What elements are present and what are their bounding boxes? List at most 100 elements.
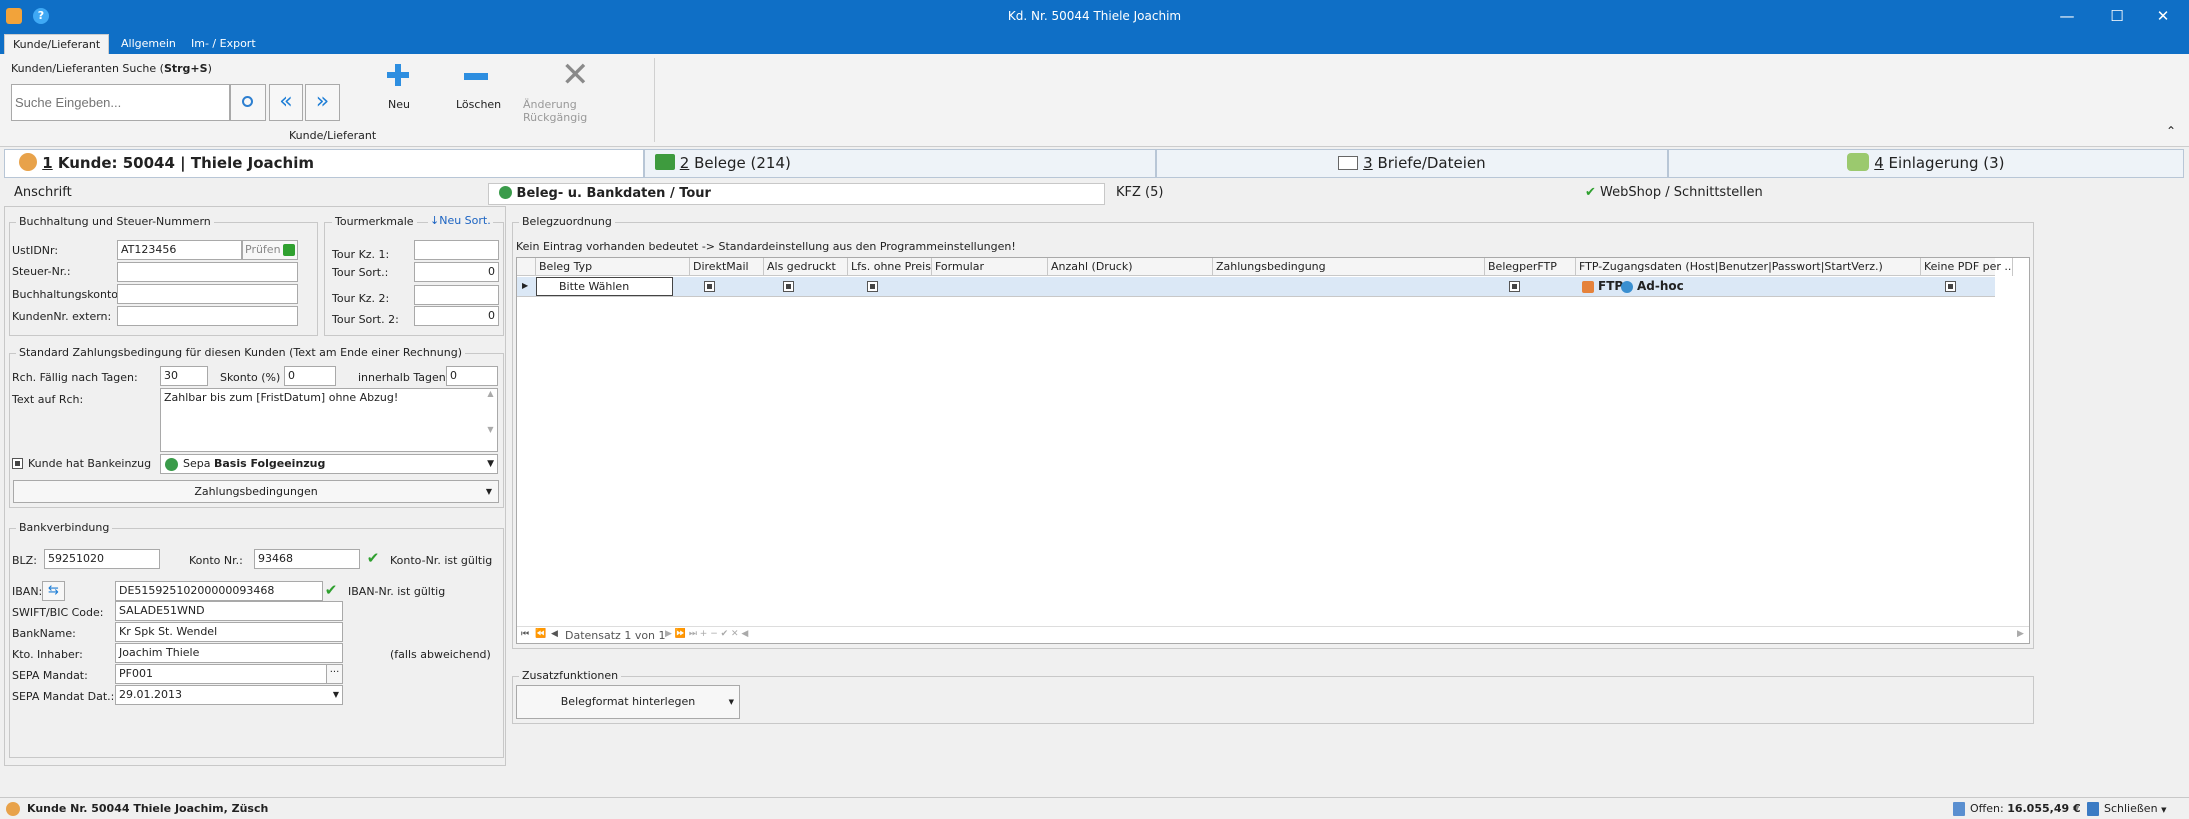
status-customer: Kunde Nr. 50044 Thiele Joachim, Züsch — [27, 802, 269, 815]
col-beleg-typ[interactable]: Beleg Typ — [536, 258, 690, 276]
adhoc-label[interactable]: Ad-hoc — [1637, 279, 1684, 293]
steuer-input[interactable] — [117, 262, 298, 282]
delete-label: Löschen — [456, 98, 502, 111]
subtab-webshop[interactable]: ✔ WebShop / Schnittstellen — [1585, 183, 2185, 205]
col-lfs-ohne-preis[interactable]: Lfs. ohne Preis — [848, 258, 932, 276]
minimize-button[interactable]: — — [2044, 0, 2090, 34]
col-anzahl-druck[interactable]: Anzahl (Druck) — [1048, 258, 1213, 276]
bankname-label: BankName: — [12, 627, 76, 640]
ribbon-tab-allgemein[interactable]: Allgemein — [113, 34, 184, 54]
search-input[interactable] — [11, 84, 230, 121]
next-button[interactable]: » — [305, 84, 340, 121]
iban-input[interactable]: DE51592510200000093468 — [115, 581, 323, 601]
close-button[interactable]: ✕ — [2140, 0, 2186, 34]
neu-sort-link[interactable]: ↓Neu Sort. — [428, 214, 493, 227]
undo-button[interactable]: ✕ Änderung Rückgängig — [519, 58, 634, 124]
nav-prev-page-icon[interactable]: ⏪ — [535, 629, 546, 639]
ribbon-tab-export[interactable]: Im- / Export — [183, 34, 264, 54]
col-zahlungsbedingung[interactable]: Zahlungsbedingung — [1213, 258, 1485, 276]
ribbon-separator — [654, 58, 655, 142]
kundennr-input[interactable] — [117, 306, 298, 326]
col-direktmail[interactable]: DirektMail — [690, 258, 764, 276]
new-button[interactable]: Neu — [378, 58, 418, 114]
undo-label: Änderung Rückgängig — [523, 98, 588, 124]
collapse-ribbon-icon[interactable]: ⌃ — [2166, 124, 2176, 138]
refresh-icon: ⇆ — [48, 583, 59, 598]
belegformat-button[interactable]: Belegformat hinterlegen ▼ — [516, 685, 740, 719]
blz-input[interactable]: 59251020 — [44, 549, 160, 569]
tour-kz1-label: Tour Kz. 1: — [332, 248, 390, 261]
tour-sort2-label: Tour Sort. 2: — [332, 313, 399, 326]
row-indicator-header — [517, 258, 536, 276]
pruefen-button[interactable]: Prüfen — [242, 240, 298, 260]
search-button[interactable] — [230, 84, 266, 121]
nav-scroll-right-icon[interactable]: ▶ — [2017, 629, 2024, 639]
blz-label: BLZ: — [12, 554, 37, 567]
direktmail-checkbox[interactable] — [704, 281, 715, 292]
schliessen-button[interactable]: Schließen ▼ — [2104, 802, 2166, 815]
iban-convert-button[interactable]: ⇆ — [42, 581, 65, 601]
nav-prev-icon[interactable]: ◀ — [551, 629, 558, 639]
status-bar: Kunde Nr. 50044 Thiele Joachim, Züsch Of… — [0, 797, 2189, 819]
bankname-input[interactable]: Kr Spk St. Wendel — [115, 622, 343, 642]
tour-sort2-input[interactable]: 0 — [414, 306, 499, 326]
table-row[interactable]: ▶ Bitte Wählen FTP Ad-hoc — [517, 277, 1995, 297]
skonto-input[interactable]: 0 — [284, 366, 336, 386]
col-als-gedruckt[interactable]: Als gedruckt — [764, 258, 848, 276]
grid-header: Beleg Typ DirektMail Als gedruckt Lfs. o… — [517, 258, 2013, 276]
tour-kz2-input[interactable] — [414, 285, 499, 305]
col-ftp-zugangsdaten[interactable]: FTP-Zugangsdaten (Host|Benutzer|Passwort… — [1576, 258, 1921, 276]
nav-first-icon[interactable]: ⏮ — [521, 629, 529, 639]
mandat-browse-button[interactable]: ··· — [326, 664, 343, 684]
tab-kunde[interactable]: 1 Kunde: 50044 | Thiele Joachim — [4, 149, 644, 178]
delete-button[interactable]: Löschen — [451, 58, 501, 114]
ftp-label[interactable]: FTP — [1598, 279, 1623, 293]
tab-einlagerung[interactable]: 4 Einlagerung (3) — [1668, 149, 2184, 178]
textarea-scrollbar[interactable]: ▲ ▼ — [484, 389, 497, 451]
zusatz-legend: Zusatzfunktionen — [519, 669, 622, 682]
maximize-button[interactable]: ☐ — [2094, 0, 2140, 34]
tour-kz1-input[interactable] — [414, 240, 499, 260]
innerhalb-input[interactable]: 0 — [446, 366, 498, 386]
ribbon-tab-kunde[interactable]: Kunde/Lieferant — [4, 34, 110, 54]
window-title: Kd. Nr. 50044 Thiele Joachim — [1007, 9, 1182, 23]
sort-arrow-icon: ↓ — [430, 214, 440, 227]
subtab-kfz[interactable]: KFZ (5) — [1105, 183, 1585, 205]
als-gedruckt-checkbox[interactable] — [783, 281, 794, 292]
keine-pdf-checkbox[interactable] — [1945, 281, 1956, 292]
previous-button[interactable]: « — [269, 84, 303, 121]
belegperftp-checkbox[interactable] — [1509, 281, 1520, 292]
col-formular[interactable]: Formular — [932, 258, 1048, 276]
subtab-anschrift[interactable]: Anschrift — [4, 183, 489, 205]
globe-icon — [499, 186, 512, 199]
new-label: Neu — [388, 98, 410, 111]
faellig-input[interactable]: 30 — [160, 366, 208, 386]
inhaber-input[interactable]: Joachim Thiele — [115, 643, 343, 663]
zusatz-group — [512, 676, 2034, 724]
lfs-ohne-preis-checkbox[interactable] — [867, 281, 878, 292]
tab-belege[interactable]: 2 Belege (214) — [644, 149, 1156, 178]
swift-input[interactable]: SALADE51WND — [115, 601, 343, 621]
subtab-beleg[interactable]: Beleg- u. Bankdaten / Tour — [488, 183, 1105, 205]
konto-nr-input[interactable]: 93468 — [254, 549, 360, 569]
buchhaltungskonto-input[interactable] — [117, 284, 298, 304]
faellig-label: Rch. Fällig nach Tagen: — [12, 371, 138, 384]
bankeinzug-checkbox[interactable] — [12, 458, 23, 469]
sepa-select[interactable]: Sepa Basis Folgeeinzug ▼ — [160, 454, 498, 474]
col-keine-pdf[interactable]: Keine PDF per ... — [1921, 258, 2013, 276]
ustid-input[interactable]: AT123456 — [117, 240, 242, 260]
check-icon: ✔ — [1585, 185, 1596, 200]
ftp-icon — [1582, 281, 1594, 293]
mandat-dat-input[interactable]: 29.01.2013 ▼ — [115, 685, 343, 705]
zahlungsbedingungen-button[interactable]: Zahlungsbedingungen ▼ — [13, 480, 499, 503]
mandat-input[interactable]: PF001 — [115, 664, 327, 684]
tour-sort1-input[interactable]: 0 — [414, 262, 499, 282]
rch-text-area[interactable]: Zahlbar bis zum [FristDatum] ohne Abzug! — [160, 388, 498, 452]
status-offen: Offen: 16.055,49 € — [1970, 802, 2081, 815]
bank-legend: Bankverbindung — [16, 521, 113, 534]
beleg-typ-cell[interactable]: Bitte Wählen — [536, 277, 673, 296]
col-belegperftp[interactable]: BelegperFTP — [1485, 258, 1576, 276]
tab-briefe[interactable]: 3 Briefe/Dateien — [1156, 149, 1668, 178]
grid-navigator: ⏮ ⏪ ◀ Datensatz 1 von 1 ▶ ⏩ ⏭ + − ✔ ✕ ◀ … — [517, 626, 2029, 644]
nav-next-icon[interactable]: ▶ ⏩ ⏭ + − ✔ ✕ ◀ — [665, 629, 748, 639]
